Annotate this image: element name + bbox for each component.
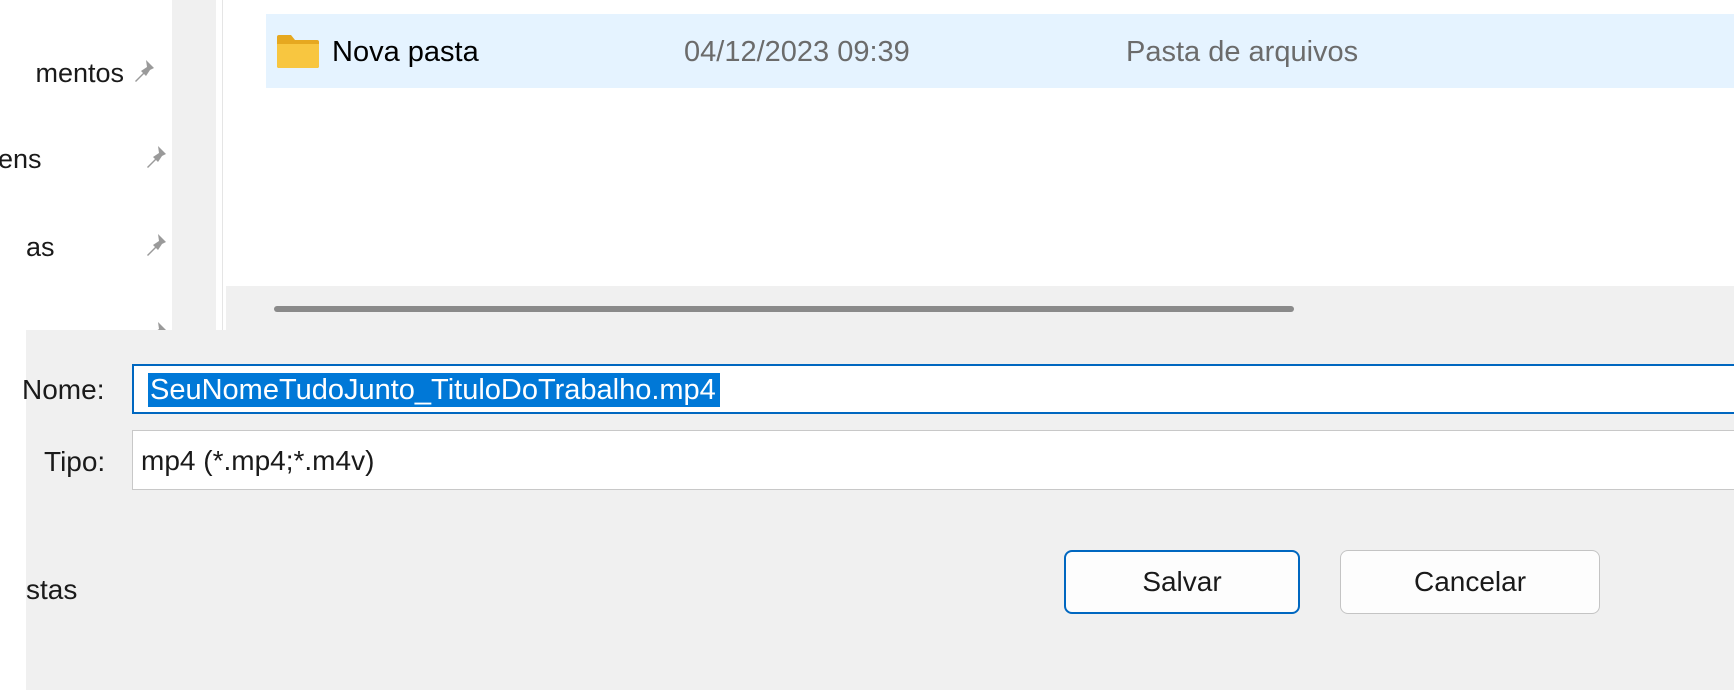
scrollbar-thumb[interactable] <box>274 306 1294 312</box>
navigation-pane: mentos ens as <box>0 0 172 360</box>
file-row[interactable]: Nova pasta 04/12/2023 09:39 Pasta de arq… <box>266 14 1734 88</box>
nav-item-folders[interactable]: as <box>0 218 172 278</box>
file-list: Nova pasta 04/12/2023 09:39 Pasta de arq… <box>226 0 1734 360</box>
filename-value[interactable]: SeuNomeTudoJunto_TituloDoTrabalho.mp4 <box>148 373 720 407</box>
pin-icon[interactable] <box>144 144 168 172</box>
nav-item-label: mentos <box>35 58 124 88</box>
folder-icon <box>277 35 319 68</box>
filetype-select[interactable]: mp4 (*.mp4;*.m4v) <box>132 430 1734 490</box>
save-panel: Nome: SeuNomeTudoJunto_TituloDoTrabalho.… <box>22 330 1734 690</box>
nav-item-images[interactable]: ens <box>0 130 172 190</box>
nav-item-label: ens <box>0 144 42 174</box>
pin-icon[interactable] <box>144 232 168 260</box>
pin-icon[interactable] <box>132 58 156 86</box>
filename-label: Nome: <box>22 374 105 405</box>
navigation-scrollbar[interactable] <box>172 0 216 360</box>
save-button[interactable]: Salvar <box>1064 550 1300 614</box>
pane-divider[interactable] <box>216 0 224 360</box>
filetype-label: Tipo: <box>44 446 106 477</box>
nav-item-documents[interactable]: mentos <box>0 44 172 104</box>
file-date-modified: 04/12/2023 09:39 <box>684 36 910 68</box>
filename-input[interactable]: SeuNomeTudoJunto_TituloDoTrabalho.mp4 <box>132 364 1734 414</box>
hide-folders-label[interactable]: stas <box>26 574 77 606</box>
cancel-button[interactable]: Cancelar <box>1340 550 1600 614</box>
file-type: Pasta de arquivos <box>1126 36 1359 68</box>
filetype-value[interactable]: mp4 (*.mp4;*.m4v) <box>141 445 374 477</box>
nav-item-label: as <box>26 232 55 262</box>
file-name: Nova pasta <box>332 36 479 68</box>
horizontal-scrollbar[interactable] <box>226 286 1734 330</box>
